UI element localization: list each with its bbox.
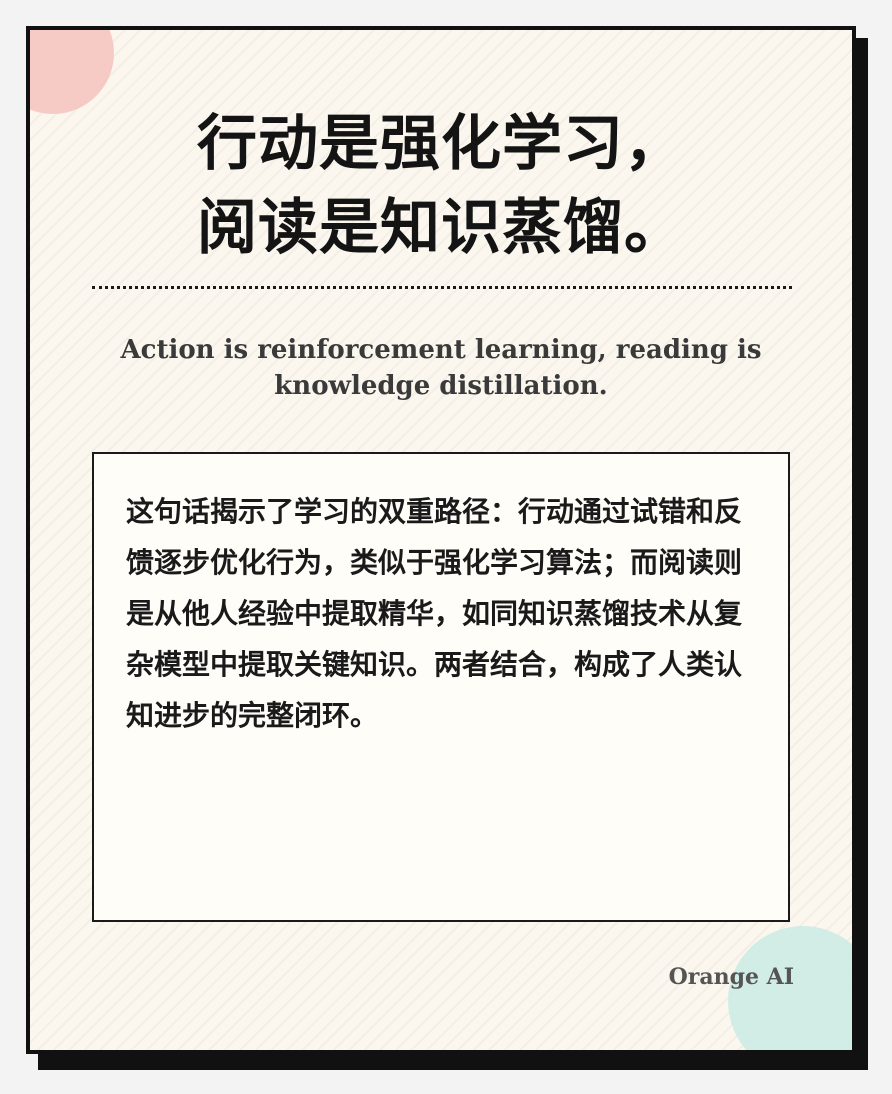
quote-title-line-2: 阅读是知识蒸馏。 [197, 193, 685, 263]
decorative-pink-circle [30, 30, 114, 114]
dotted-divider [92, 286, 792, 289]
explanation-text: 这句话揭示了学习的双重路径：行动通过试错和反馈逐步优化行为，类似于强化学习算法；… [126, 495, 743, 732]
english-translation: Action is reinforcement learning, readin… [120, 335, 762, 401]
explanation-panel: 这句话揭示了学习的双重路径：行动通过试错和反馈逐步优化行为，类似于强化学习算法；… [92, 452, 790, 922]
brand-signature: Orange AI [668, 964, 794, 990]
quote-title-line-1: 行动是强化学习， [197, 109, 685, 179]
quote-card: 行动是强化学习， 阅读是知识蒸馏。 Action is reinforcemen… [26, 26, 856, 1054]
decorative-green-circle [728, 926, 852, 1050]
quote-title: 行动是强化学习， 阅读是知识蒸馏。 [30, 102, 852, 270]
